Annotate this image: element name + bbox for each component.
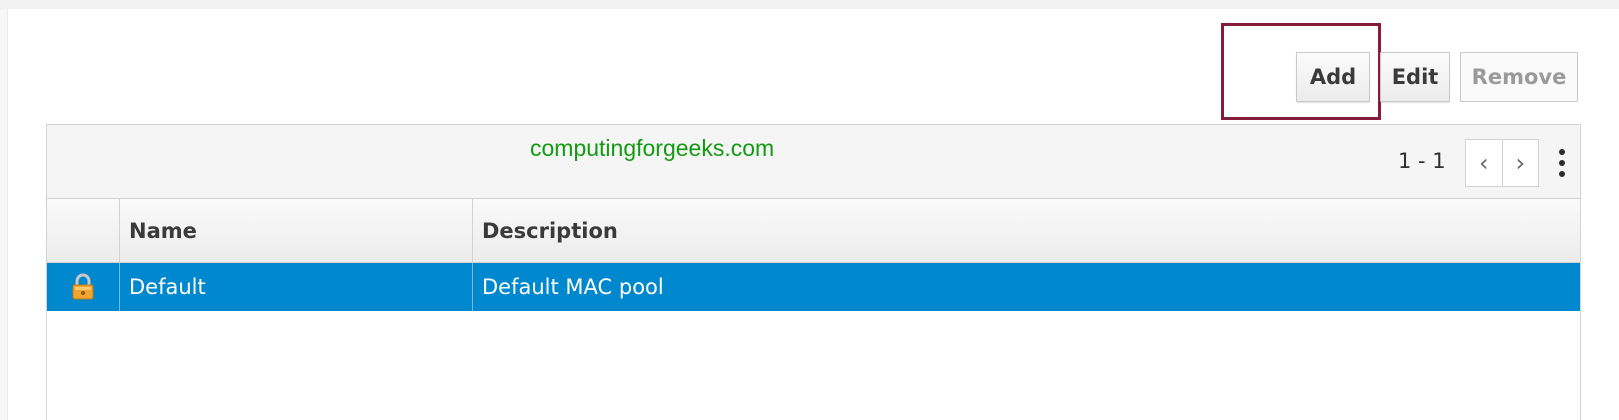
column-header-description[interactable]: Description <box>472 199 1580 262</box>
add-button[interactable]: Add <box>1296 52 1370 102</box>
row-icon-cell <box>47 263 119 311</box>
chevron-left-icon[interactable]: ‹ <box>1466 140 1502 186</box>
mac-pools-page: Add Edit Remove computingforgeeks.com 1 … <box>0 0 1619 420</box>
pager-controls: ‹ › <box>1465 139 1539 187</box>
kebab-menu-icon[interactable] <box>1557 145 1567 181</box>
table-toolbar: computingforgeeks.com 1 - 1 ‹ › <box>47 125 1580 199</box>
remove-button[interactable]: Remove <box>1460 52 1578 102</box>
lock-icon <box>72 273 94 300</box>
pager-range: 1 - 1 <box>1398 149 1446 173</box>
action-toolbar: Add Edit Remove <box>1296 52 1578 102</box>
mac-pool-table: computingforgeeks.com 1 - 1 ‹ › Name Des… <box>46 124 1581 420</box>
column-header-icon <box>47 199 119 262</box>
chevron-right-icon[interactable]: › <box>1501 140 1539 186</box>
row-description: Default MAC pool <box>472 263 1580 311</box>
column-header-name[interactable]: Name <box>119 199 472 262</box>
row-name: Default <box>119 263 472 311</box>
top-strip <box>0 0 1619 9</box>
table-row[interactable]: Default Default MAC pool <box>47 263 1580 311</box>
table-header-row: Name Description <box>47 199 1580 263</box>
watermark-text: computingforgeeks.com <box>530 135 775 161</box>
edit-button[interactable]: Edit <box>1380 52 1450 102</box>
left-border <box>0 9 8 420</box>
